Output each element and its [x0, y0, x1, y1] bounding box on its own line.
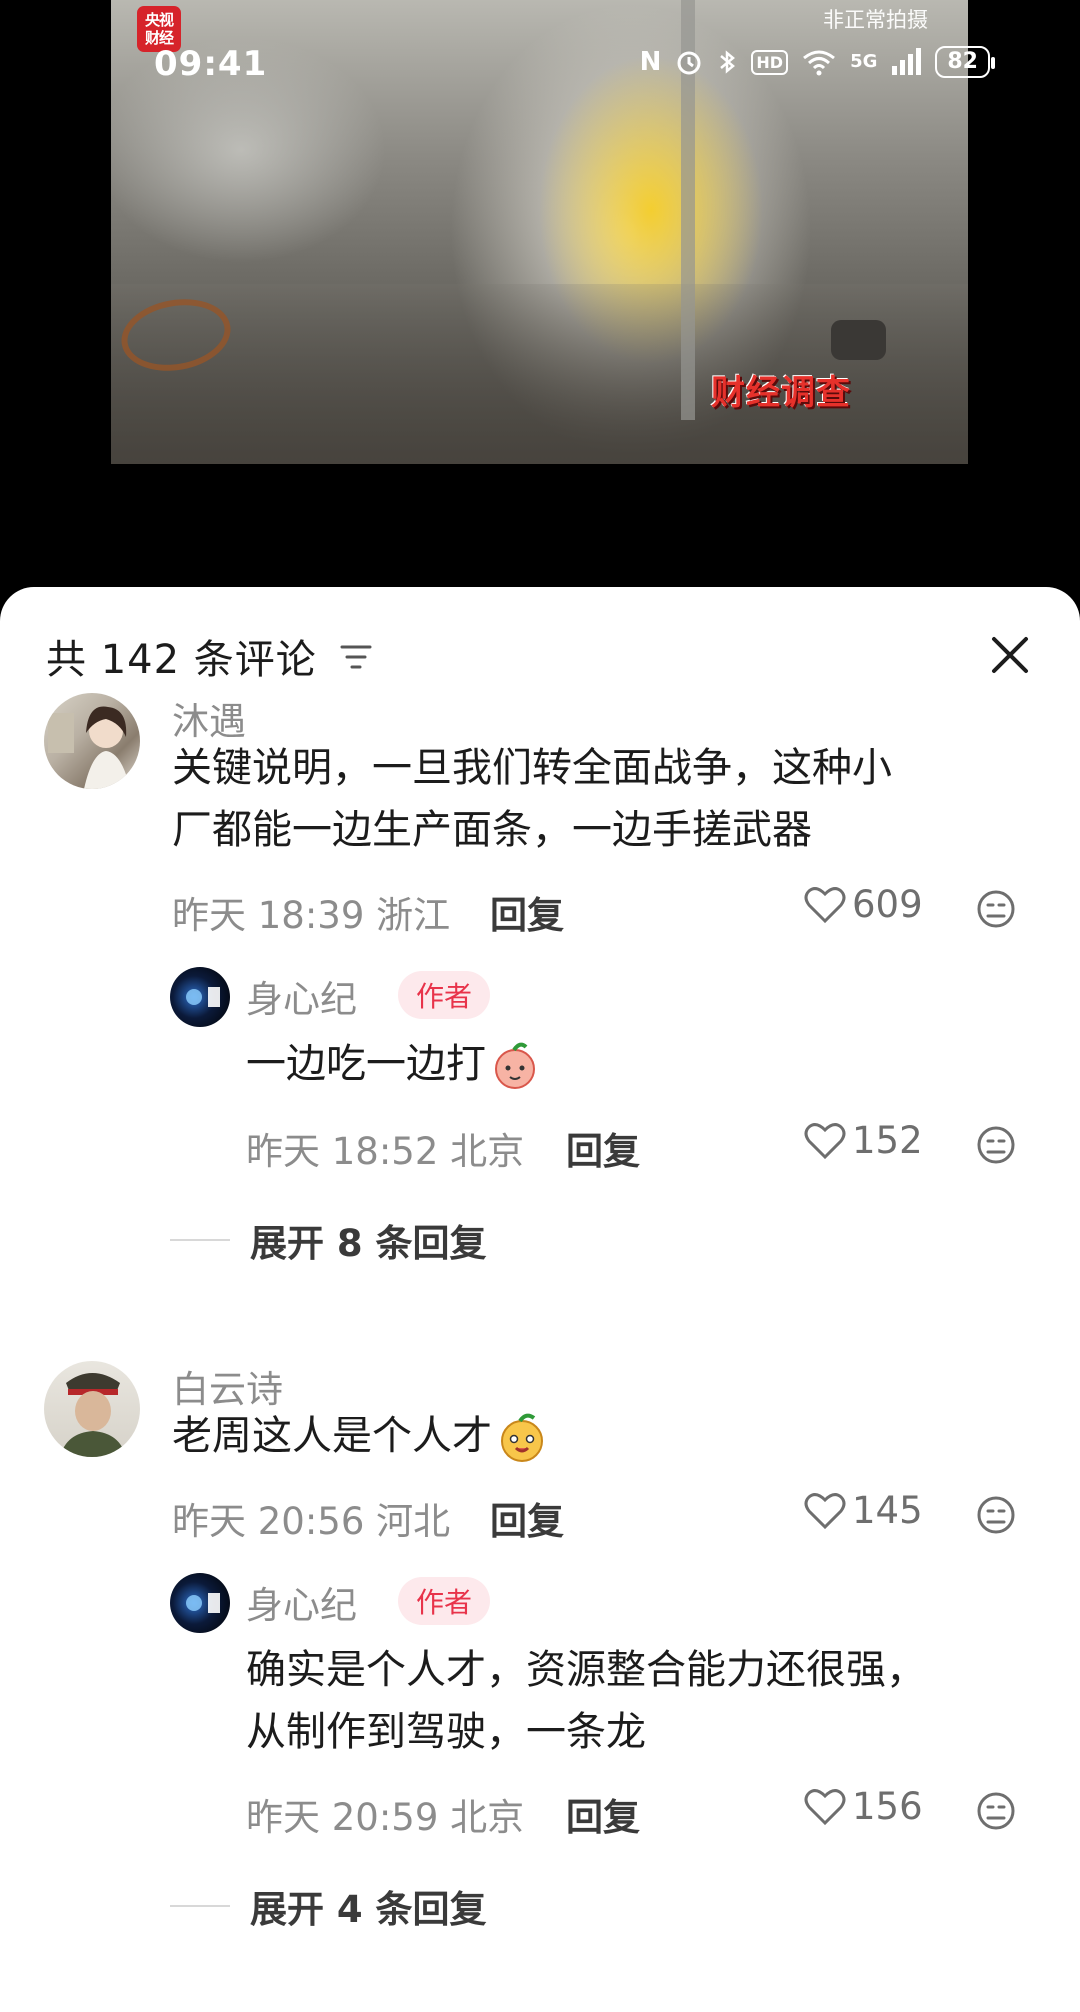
comment-meta: 昨天 20:56 河北 — [172, 1500, 451, 1543]
meh-face-icon[interactable] — [976, 1495, 1016, 1535]
avatar-illustration — [48, 706, 130, 789]
expand-replies-button[interactable]: 展开 8 条回复 — [170, 1213, 487, 1267]
video-note: 非正常拍摄 — [823, 8, 928, 32]
close-button[interactable] — [982, 627, 1038, 683]
author-avatar-logo — [186, 987, 220, 1007]
logo-line-1: 央视 — [144, 11, 174, 29]
author-badge: 作者 — [398, 971, 491, 1019]
status-time: 09:41 — [154, 44, 268, 84]
author-badge: 作者 — [398, 1577, 491, 1625]
status-bar: 09:41 N HD 5G 82 — [0, 40, 1080, 92]
expand-replies-button[interactable]: 展开 4 条回复 — [170, 1879, 487, 1933]
expand-replies-label: 展开 8 条回复 — [250, 1222, 487, 1265]
peach-emoji-icon — [495, 1042, 535, 1089]
like-count: 152 — [852, 1119, 923, 1162]
author-avatar-logo — [186, 1593, 220, 1613]
reply-button[interactable]: 回复 — [566, 1121, 640, 1175]
comment-text-line: 关键说明，一旦我们转全面战争，这种小 — [172, 745, 892, 791]
reply-meta: 昨天 18:52 北京 — [246, 1130, 525, 1173]
video-wheel — [831, 320, 886, 360]
reply-username[interactable]: 身心纪 — [246, 1575, 357, 1629]
like-button[interactable]: 152 — [804, 1119, 923, 1162]
alarm-icon — [677, 51, 701, 75]
reply-meta: 昨天 20:59 北京 — [246, 1796, 525, 1839]
expand-divider — [170, 1905, 230, 1907]
like-button[interactable]: 156 — [804, 1785, 923, 1828]
reply-button[interactable]: 回复 — [566, 1787, 640, 1841]
reply-text: 一边吃一边打 — [246, 1033, 540, 1095]
author-avatar[interactable] — [170, 967, 230, 1027]
reply-button[interactable]: 回复 — [490, 885, 564, 939]
reply-text-line: 一边吃一边打 — [246, 1041, 486, 1087]
comments-sheet: 共 142 条评论 沐遇 关键说明，一旦我们转全面战争，这种小 厂都能一边生产面… — [0, 587, 1080, 2012]
battery-indicator: 82 — [935, 46, 995, 78]
close-icon — [992, 637, 1028, 673]
heart-outline-icon — [804, 886, 846, 923]
comments-count-title: 共 142 条评论 — [46, 637, 317, 683]
comment-meta: 昨天 18:39 浙江 — [172, 894, 451, 937]
reply-text: 确实是个人才，资源整合能力还很强， 从制作到驾驶，一条龙 — [246, 1639, 926, 1763]
meh-face-icon[interactable] — [976, 1125, 1016, 1165]
like-count: 145 — [852, 1489, 923, 1532]
network-type: 5G — [850, 51, 878, 72]
author-avatar[interactable] — [170, 1573, 230, 1633]
signal-icon — [892, 48, 922, 75]
hd-icon: HD — [751, 49, 789, 75]
heart-outline-icon — [804, 1492, 846, 1529]
comment-text-line: 厂都能一边生产面条，一边手搓武器 — [172, 807, 812, 853]
orange-emoji-icon — [501, 1413, 543, 1462]
comment-text-line: 老周这人是个人才 — [172, 1413, 492, 1459]
meh-face-icon[interactable] — [976, 1791, 1016, 1831]
wifi-icon — [803, 50, 835, 76]
expand-replies-label: 展开 4 条回复 — [250, 1888, 487, 1931]
like-button[interactable]: 145 — [804, 1489, 923, 1532]
comment-text: 关键说明，一旦我们转全面战争，这种小 厂都能一边生产面条，一边手搓武器 — [172, 737, 892, 861]
like-count: 156 — [852, 1785, 923, 1828]
avatar[interactable] — [44, 1361, 140, 1457]
bluetooth-icon — [720, 50, 736, 74]
comments-header: 共 142 条评论 — [46, 627, 1040, 687]
program-watermark: 财经调查 — [711, 373, 851, 413]
reply-text-line: 从制作到驾驶，一条龙 — [246, 1709, 646, 1755]
like-count: 609 — [852, 883, 923, 926]
avatar[interactable] — [44, 693, 140, 789]
heart-outline-icon — [804, 1788, 846, 1825]
meh-face-icon[interactable] — [976, 889, 1016, 929]
reply-username[interactable]: 身心纪 — [246, 969, 357, 1023]
nfc-icon: N — [639, 47, 662, 77]
reply-button[interactable]: 回复 — [490, 1491, 564, 1545]
heart-outline-icon — [804, 1122, 846, 1159]
status-icons: N HD 5G 82 — [639, 46, 995, 78]
avatar-illustration — [60, 1373, 126, 1457]
expand-divider — [170, 1239, 230, 1241]
comment-text: 老周这人是个人才 — [172, 1405, 548, 1467]
reply-text-line: 确实是个人才，资源整合能力还很强， — [246, 1647, 926, 1693]
filter-icon[interactable] — [340, 643, 372, 671]
like-button[interactable]: 609 — [804, 883, 923, 926]
